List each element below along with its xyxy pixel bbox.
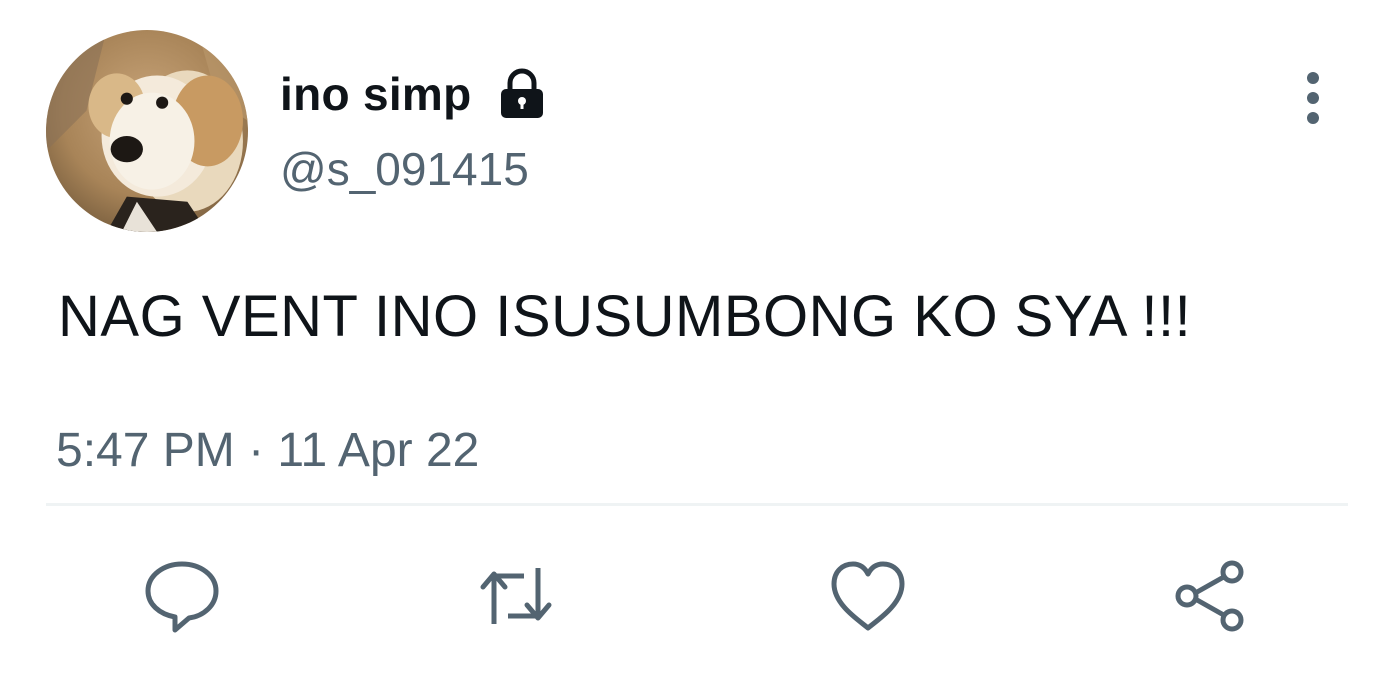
share-icon bbox=[1175, 560, 1244, 632]
lock-icon bbox=[494, 66, 550, 122]
more-vertical-icon bbox=[1307, 72, 1319, 124]
more-button[interactable] bbox=[1290, 66, 1336, 130]
author-name-row: ino simp bbox=[280, 62, 550, 126]
retweet-icon bbox=[480, 568, 552, 624]
tweet-text: NAG VENT INO ISUSUMBONG KO SYA !!! bbox=[58, 284, 1192, 349]
retweet-button[interactable] bbox=[478, 558, 554, 634]
author-handle[interactable]: @s_091415 bbox=[280, 142, 529, 197]
reply-icon bbox=[145, 561, 219, 633]
share-button[interactable] bbox=[1172, 558, 1248, 634]
avatar[interactable] bbox=[46, 30, 248, 232]
heart-icon bbox=[831, 561, 905, 631]
tweet-timestamp[interactable]: 5:47 PM · 11 Apr 22 bbox=[56, 422, 479, 480]
reply-button[interactable] bbox=[144, 558, 220, 634]
display-name[interactable]: ino simp bbox=[280, 71, 472, 117]
like-button[interactable] bbox=[830, 558, 906, 634]
divider bbox=[46, 503, 1348, 506]
dog-avatar-image bbox=[46, 30, 248, 232]
